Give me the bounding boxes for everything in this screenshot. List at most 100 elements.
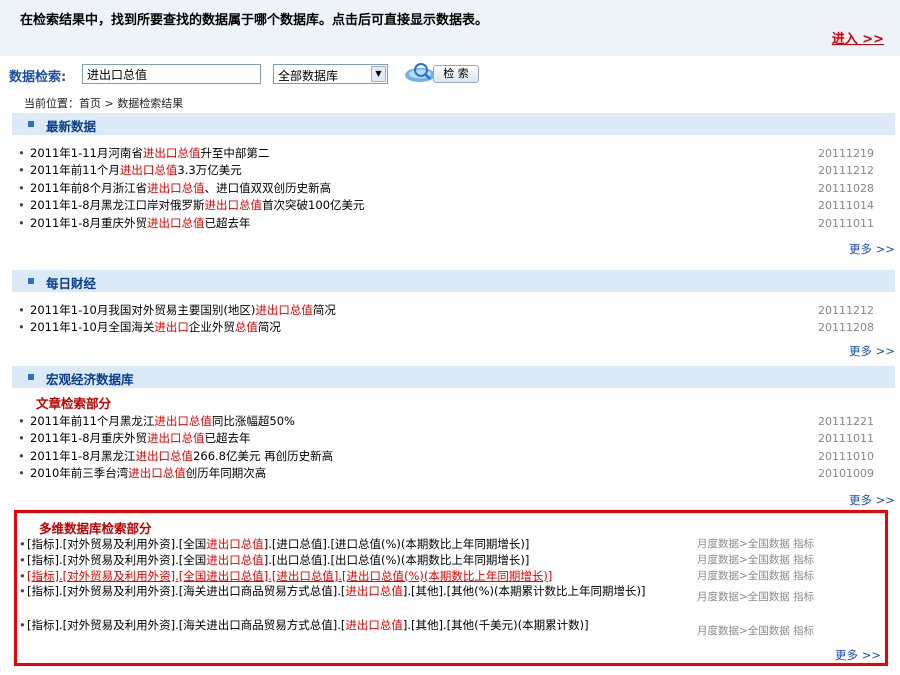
article-title-part: 2011年1-10月全国海关 — [30, 320, 155, 335]
article-title-part: 2011年1-11月河南省 — [30, 146, 143, 160]
bullet-dot-icon: • — [19, 537, 26, 551]
article-link[interactable]: 2011年1-8月重庆外贸进出口总值已超去年 — [30, 430, 251, 447]
daily-list: • 2011年1-10月我国对外贸易主要国别(地区)进出口总值简况 20111212… — [18, 302, 884, 337]
more-link-macro[interactable]: 更多 >> — [849, 492, 895, 508]
article-date: 20111011 — [818, 432, 874, 446]
bullet-dot-icon: • — [18, 431, 25, 446]
article-date: 20111010 — [818, 449, 874, 463]
article-title-part: 创历年同期次高 — [185, 466, 267, 481]
article-link[interactable]: 2011年1-8月黑龙江口岸对俄罗斯进出口总值首次突破100亿美元 — [30, 197, 365, 214]
multidim-path-part: ].[其他].[其他(%)(本期累计数比上年同期增长)] — [402, 584, 646, 598]
article-date: 20101009 — [818, 467, 874, 481]
article-title-part: 2011年前11个月黑龙江 — [30, 414, 155, 428]
multidim-path-part: ].[出口总值].[出口总值(%)(本期数比上年同期增长)] — [263, 553, 530, 567]
bullet-dot-icon: • — [19, 569, 26, 583]
database-select-value: 全部数据库 — [278, 69, 339, 83]
article-date: 20111014 — [818, 199, 874, 213]
notice-band: 在检索结果中，找到所要查找的数据属于哪个数据库。点击后可直接显示数据表。 进入 … — [0, 0, 900, 56]
keyword-highlight: 进出口总值 — [255, 303, 313, 317]
multidim-path-part: ].[进出口总值].[进出口总值(%)(本期数比上年同期增长)] — [263, 569, 553, 583]
list-item: • 2011年1-8月黑龙江口岸对俄罗斯进出口总值首次突破100亿美元 201110… — [18, 197, 884, 214]
search-label: 数据检索: — [9, 70, 67, 85]
section-header-latest: 最新数据 — [12, 113, 895, 135]
article-title-part: 首次突破100亿美元 — [262, 198, 365, 213]
database-select[interactable]: 全部数据库 ▼ — [273, 64, 388, 84]
bullet-dot-icon: • — [19, 618, 26, 632]
keyword-highlight: 进出口总值 — [147, 215, 205, 230]
article-date: 20111208 — [818, 321, 874, 335]
multidim-category: 月度数据>全国数据 指标 — [697, 538, 815, 550]
article-link[interactable]: 2011年1-10月全国海关进出口企业外贸总值简况 — [30, 319, 281, 336]
bullet-dot-icon: • — [18, 180, 25, 195]
multidim-link[interactable]: [指标].[对外贸易及利用外资].[全国进出口总值].[出口总值].[出口总值(… — [27, 553, 692, 567]
article-link[interactable]: 2011年前11个月黑龙江进出口总值同比涨幅超50% — [30, 413, 295, 430]
article-link[interactable]: 2011年1-8月重庆外贸进出口总值已超去年 — [30, 215, 251, 232]
keyword-highlight: 进出口总值 — [142, 146, 201, 160]
article-title-part: 企业外贸 — [188, 320, 235, 335]
keyword-highlight: 总值 — [234, 320, 258, 335]
article-date: 20111028 — [818, 181, 874, 195]
section-title-latest: 最新数据 — [46, 119, 97, 134]
more-link-daily[interactable]: 更多 >> — [849, 343, 895, 359]
keyword-highlight: 进出口总值 — [119, 163, 178, 178]
chevron-down-icon[interactable]: ▼ — [371, 66, 386, 82]
square-bullet-icon — [28, 374, 34, 380]
keyword-highlight: 进出口总值 — [345, 584, 403, 598]
article-title-part: 2010年前三季台湾 — [30, 466, 129, 481]
multidim-path-part: [指标].[对外贸易及利用外资].[海关进出口商品贸易方式总值].[ — [27, 618, 346, 632]
article-link[interactable]: 2011年1-10月我国对外贸易主要国别(地区)进出口总值简况 — [30, 302, 336, 319]
list-item: • 2011年前8个月浙江省进出口总值、进口值双双创历史新高 20111028 — [18, 180, 884, 197]
multidim-path-part: [指标].[对外贸易及利用外资].[全国 — [27, 537, 207, 551]
breadcrumb: 当前位置：首页 > 数据检索结果 — [24, 97, 184, 110]
section-title-macro: 宏观经济数据库 — [46, 372, 134, 387]
bullet-dot-icon: • — [18, 163, 25, 178]
multidim-link[interactable]: [指标].[对外贸易及利用外资].[全国进出口总值].[进口总值].[进口总值(… — [27, 537, 692, 551]
article-title-part: 266.8亿美元 再创历史新高 — [193, 448, 334, 463]
square-bullet-icon — [28, 121, 34, 127]
keyword-highlight: 进出口总值 — [206, 537, 264, 551]
multidim-box: 多维数据库检索部分 • [指标].[对外贸易及利用外资].[全国进出口总值].[进… — [14, 510, 888, 666]
article-date: 20111212 — [818, 164, 874, 178]
multidim-category: 月度数据>全国数据 指标 — [697, 591, 815, 603]
list-item: • 2011年1-11月河南省进出口总值升至中部第二 20111219 — [18, 145, 884, 162]
article-link[interactable]: 2011年前11个月进出口总值3.3万亿美元 — [30, 162, 242, 179]
bullet-dot-icon: • — [19, 584, 26, 598]
list-item: • 2011年前11个月黑龙江进出口总值同比涨幅超50% 20111221 — [18, 413, 884, 430]
keyword-highlight: 进出口总值 — [345, 618, 403, 632]
multidim-link[interactable]: [指标].[对外贸易及利用外资].[海关进出口商品贸易方式总值].[进出口总值]… — [27, 584, 692, 598]
article-title-part: 已超去年 — [204, 215, 251, 230]
article-title-part: 已超去年 — [204, 431, 251, 446]
article-date: 20111011 — [818, 216, 874, 230]
search-input[interactable] — [82, 64, 261, 84]
article-title-part: 2011年1-8月重庆外贸 — [30, 215, 148, 230]
article-link[interactable]: 2011年1-8月黑龙江进出口总值266.8亿美元 再创历史新高 — [30, 448, 333, 465]
article-link[interactable]: 2011年1-11月河南省进出口总值升至中部第二 — [30, 145, 269, 162]
notice-text: 在检索结果中，找到所要查找的数据属于哪个数据库。点击后可直接显示数据表。 — [20, 13, 489, 28]
article-title-part: 3.3万亿美元 — [177, 163, 242, 178]
more-link-latest[interactable]: 更多 >> — [849, 241, 895, 257]
enter-link[interactable]: 进入 >> — [832, 28, 884, 47]
bullet-dot-icon: • — [18, 198, 25, 213]
multidim-link[interactable]: [指标].[对外贸易及利用外资].[海关进出口商品贸易方式总值].[进出口总值]… — [27, 618, 692, 632]
article-link[interactable]: 2011年前8个月浙江省进出口总值、进口值双双创历史新高 — [30, 180, 331, 197]
bullet-dot-icon: • — [18, 320, 25, 335]
article-title-part: 2011年1-10月我国对外贸易主要国别(地区) — [30, 303, 256, 317]
list-item: • 2011年1-10月全国海关进出口企业外贸总值简况 20111208 — [18, 319, 884, 336]
multidim-link[interactable]: [指标].[对外贸易及利用外资].[全国进出口总值].[进出口总值].[进出口总… — [27, 569, 692, 583]
keyword-highlight: 进出口 — [154, 320, 189, 335]
latest-list: • 2011年1-11月河南省进出口总值升至中部第二 20111219 • 2011年前… — [18, 145, 884, 232]
section-header-daily: 每日财经 — [12, 270, 895, 292]
article-title-part: 、进口值双双创历史新高 — [204, 180, 332, 195]
list-item: • 2011年1-10月我国对外贸易主要国别(地区)进出口总值简况 20111212 — [18, 302, 884, 319]
more-link-multidim[interactable]: 更多 >> — [835, 647, 881, 663]
article-title-part: 同比涨幅超50% — [211, 414, 295, 428]
multidim-path-part: [指标].[对外贸易及利用外资].[海关进出口商品贸易方式总值].[ — [27, 584, 346, 598]
article-link[interactable]: 2010年前三季台湾进出口总值创历年同期次高 — [30, 465, 266, 482]
article-title-part: 2011年1-8月重庆外贸 — [30, 431, 148, 446]
article-date: 20111212 — [818, 304, 874, 317]
article-title-part: 2011年1-8月黑龙江口岸对俄罗斯 — [30, 198, 205, 213]
search-button[interactable]: 检 索 — [403, 63, 479, 85]
multidim-path-part: [指标].[对外贸易及利用外资].[全国 — [27, 569, 207, 583]
section-header-macro: 宏观经济数据库 — [12, 366, 895, 388]
article-date: 20111219 — [818, 147, 874, 160]
